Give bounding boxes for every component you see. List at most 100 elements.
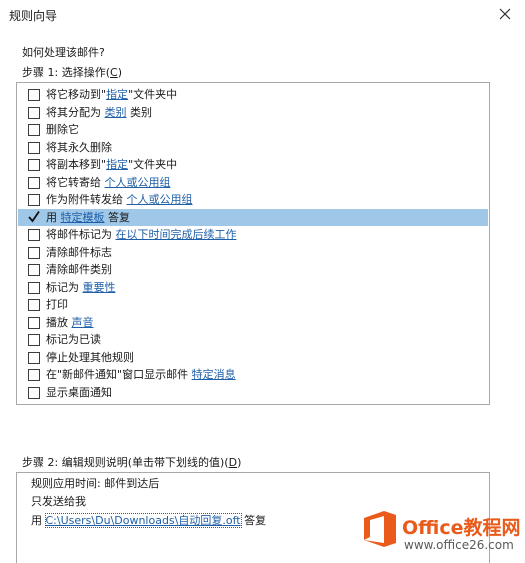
action-text: 标记为 bbox=[46, 280, 83, 294]
checkmark-icon[interactable] bbox=[28, 210, 40, 223]
action-item[interactable]: 停止处理其他规则 bbox=[18, 349, 488, 366]
action-link[interactable]: 声音 bbox=[72, 316, 94, 329]
action-link[interactable]: 特定消息 bbox=[192, 368, 236, 381]
action-link[interactable]: 个人或公用组 bbox=[127, 193, 193, 206]
action-item[interactable]: 标记为已读 bbox=[18, 331, 488, 348]
actions-list[interactable]: 将它移动到"指定"文件夹中 将其分配为 类别 类别 删除它 将其永久删除 将副本移到"指… bbox=[16, 82, 490, 405]
title-bar: 规则向导 bbox=[0, 0, 525, 30]
step1-accelerator: C bbox=[110, 66, 118, 79]
action-label: 停止处理其他规则 bbox=[46, 350, 134, 365]
action-checkbox[interactable] bbox=[28, 124, 40, 136]
action-text: 在"新邮件通知"窗口显示邮件 bbox=[46, 368, 192, 381]
rule-action-suffix: 答复 bbox=[240, 514, 267, 527]
action-label: 作为附件转发给 个人或公用组 bbox=[46, 192, 193, 207]
action-checkbox[interactable] bbox=[28, 264, 40, 276]
action-checkbox[interactable] bbox=[28, 334, 40, 346]
action-item[interactable]: 将副本移到"指定"文件夹中 bbox=[18, 156, 488, 173]
action-checkbox[interactable] bbox=[28, 386, 40, 399]
action-checkbox[interactable] bbox=[28, 229, 40, 241]
action-text: 将它转寄给 bbox=[46, 175, 105, 189]
action-link[interactable]: 指定 bbox=[106, 88, 128, 101]
action-item[interactable]: 在"新邮件通知"窗口显示邮件 特定消息 bbox=[18, 366, 488, 383]
action-item[interactable]: 打印 bbox=[18, 296, 488, 313]
step1-label: 步骤 1: 选择操作(C) bbox=[22, 64, 122, 80]
action-text: 停止处理其他规则 bbox=[46, 350, 134, 364]
step1-label-text: 步骤 1: 选择操作( bbox=[22, 66, 110, 79]
action-item[interactable]: 将它转寄给 个人或公用组 bbox=[18, 174, 488, 191]
action-item[interactable]: 标记为 重要性 bbox=[18, 279, 488, 296]
action-text: 将邮件标记为 bbox=[46, 228, 116, 241]
action-text: 显示桌面通知 bbox=[46, 385, 112, 399]
action-item[interactable]: 清除邮件类别 bbox=[18, 261, 488, 278]
action-label: 清除邮件标志 bbox=[46, 245, 112, 260]
action-item[interactable]: 将其永久删除 bbox=[18, 139, 488, 156]
close-button[interactable] bbox=[493, 3, 517, 25]
action-label: 清除邮件类别 bbox=[46, 262, 112, 277]
action-checkbox[interactable] bbox=[28, 281, 40, 294]
watermark-title: Office教程网 bbox=[402, 517, 521, 539]
action-checkbox[interactable] bbox=[28, 159, 40, 171]
rule-condition-line: 只发送给我 bbox=[31, 495, 86, 508]
step2-label-text: 步骤 2: 编辑规则说明(单击带下划线的值)( bbox=[22, 456, 229, 469]
action-text: 将其永久删除 bbox=[46, 140, 112, 154]
action-checkbox[interactable] bbox=[28, 106, 40, 119]
action-text: 将其分配为 bbox=[46, 105, 105, 119]
template-path-link[interactable]: C:\Users\Du\Downloads\自动回复.oft bbox=[44, 513, 242, 528]
action-checkbox[interactable] bbox=[28, 299, 40, 311]
action-checkbox[interactable] bbox=[28, 141, 40, 154]
action-label: 打印 bbox=[46, 297, 68, 312]
action-item[interactable]: 将邮件标记为 在以下时间完成后续工作 bbox=[18, 226, 488, 243]
action-item[interactable]: 清除邮件标志 bbox=[18, 244, 488, 261]
office-logo-icon bbox=[364, 511, 396, 547]
watermark: Office教程网 www.office26.com bbox=[357, 506, 525, 563]
window-title: 规则向导 bbox=[9, 9, 58, 23]
action-link[interactable]: 类别 bbox=[105, 106, 127, 119]
action-item[interactable]: 播放 声音 bbox=[18, 314, 488, 331]
action-checkbox[interactable] bbox=[28, 194, 40, 206]
action-link[interactable]: 在以下时间完成后续工作 bbox=[116, 228, 237, 241]
action-text-after: 类别 bbox=[126, 105, 152, 119]
action-item[interactable]: 显示桌面通知 bbox=[18, 384, 488, 401]
action-item[interactable]: 删除它 bbox=[18, 121, 488, 138]
action-label: 将它移动到"指定"文件夹中 bbox=[46, 87, 177, 102]
action-item[interactable]: 将其分配为 类别 类别 bbox=[18, 104, 488, 121]
action-item[interactable]: 用 特定模板 答复 bbox=[18, 208, 488, 226]
rule-action-line: 用 C:\Users\Du\Downloads\自动回复.oft 答复 bbox=[31, 513, 266, 529]
action-checkbox[interactable] bbox=[28, 316, 40, 329]
action-checkbox[interactable] bbox=[28, 89, 40, 101]
action-item[interactable]: 将它移动到"指定"文件夹中 bbox=[18, 86, 488, 103]
action-text-after: 答复 bbox=[104, 210, 130, 224]
action-text: 将副本移到" bbox=[46, 158, 107, 171]
action-checkbox[interactable] bbox=[28, 351, 40, 364]
prompt-text: 如何处理该邮件? bbox=[22, 46, 105, 59]
action-link[interactable]: 重要性 bbox=[83, 281, 116, 294]
action-label: 显示桌面通知 bbox=[46, 385, 112, 400]
action-text: 播放 bbox=[46, 315, 72, 329]
action-label: 删除它 bbox=[46, 122, 79, 137]
action-checkbox[interactable] bbox=[28, 246, 40, 259]
rules-wizard-dialog: 规则向导 如何处理该邮件? 步骤 1: 选择操作(C) 将它移动到"指定"文件夹… bbox=[0, 0, 525, 563]
action-text: 作为附件转发给 bbox=[46, 193, 127, 206]
action-text: 删除它 bbox=[46, 123, 79, 136]
action-text: 将它移动到" bbox=[46, 88, 107, 101]
step2-label-end: ) bbox=[237, 456, 242, 469]
watermark-url: www.office26.com bbox=[404, 538, 514, 552]
action-label: 将它转寄给 个人或公用组 bbox=[46, 175, 171, 190]
action-checkbox[interactable] bbox=[28, 369, 40, 381]
action-label: 将邮件标记为 在以下时间完成后续工作 bbox=[46, 227, 237, 242]
action-link[interactable]: 指定 bbox=[106, 158, 128, 171]
close-icon bbox=[499, 8, 511, 20]
step2-label: 步骤 2: 编辑规则说明(单击带下划线的值)(D) bbox=[22, 454, 241, 470]
action-text: 打印 bbox=[46, 298, 68, 311]
action-item[interactable]: 作为附件转发给 个人或公用组 bbox=[18, 191, 488, 208]
rule-trigger-line: 规则应用时间: 邮件到达后 bbox=[31, 477, 160, 490]
action-checkbox[interactable] bbox=[28, 176, 40, 189]
action-label: 在"新邮件通知"窗口显示邮件 特定消息 bbox=[46, 367, 236, 382]
action-label: 将副本移到"指定"文件夹中 bbox=[46, 157, 177, 172]
action-label: 播放 声音 bbox=[46, 315, 94, 330]
action-link[interactable]: 特定模板 bbox=[61, 211, 105, 224]
action-link[interactable]: 个人或公用组 bbox=[105, 176, 171, 189]
action-label: 标记为已读 bbox=[46, 332, 101, 347]
action-text-after: "文件夹中 bbox=[128, 158, 178, 171]
action-text-after: "文件夹中 bbox=[128, 88, 178, 101]
